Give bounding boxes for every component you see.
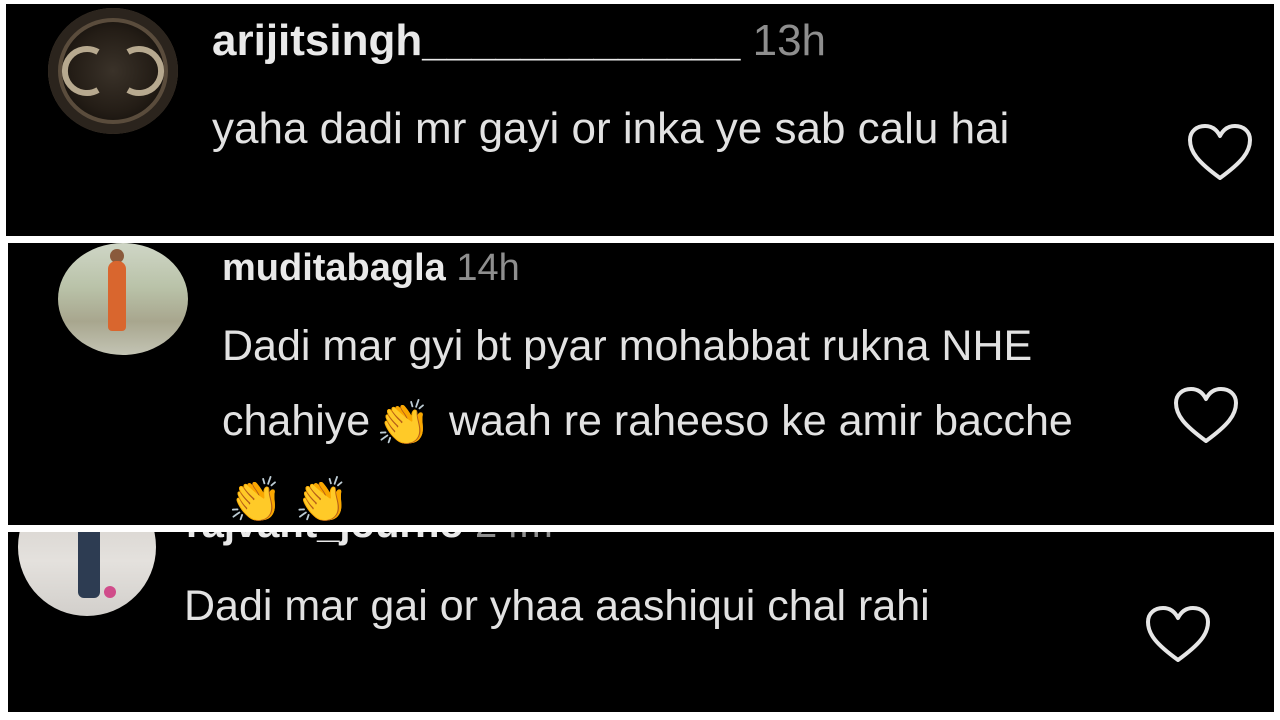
like-button[interactable] [1144,604,1212,671]
comment-time: 24m [475,532,553,546]
heart-outline-icon [1146,606,1210,662]
like-button[interactable] [1172,385,1240,452]
comment-text: yaha dadi mr gayi or inka ye sab calu ha… [212,104,1010,153]
username-text[interactable]: arijitsingh_____________ [212,16,740,65]
comment-text: Dadi mar gyi bt pyar mohabbat rukna NHE … [222,309,1122,525]
like-button[interactable] [1186,122,1254,189]
username-text[interactable]: rajvant_journo [186,532,464,546]
avatar[interactable] [48,8,178,134]
avatar[interactable] [58,243,188,355]
comment-item: rajvant_journo 24m Dadi mar gai or yhaa … [8,532,1274,712]
avatar-detail [104,586,116,598]
avatar-figure [108,261,126,331]
comment-text: Dadi mar gai or yhaa aashiqui chal rahi [184,582,930,630]
username[interactable]: muditabagla 14h [222,247,520,290]
heart-outline-icon [1188,124,1252,180]
comment-time: 14h [456,247,520,289]
comment-item: arijitsingh_____________ 13h yaha dadi m… [6,4,1274,236]
heart-outline-icon [1174,387,1238,443]
comment-text-part: waah re raheeso ke amir bacche [448,397,1073,445]
comment-item: muditabagla 14h Dadi mar gyi bt pyar moh… [8,243,1274,525]
comment-time: 13h [752,16,827,65]
avatar-figure [78,532,100,598]
clapping-hands-emoji: 👏 [294,475,350,525]
avatar[interactable] [18,532,156,616]
username-text[interactable]: muditabagla [222,247,446,289]
clapping-hands-emoji: 👏 [376,398,432,450]
clapping-hands-emoji: 👏 [228,475,283,525]
username[interactable]: arijitsingh_____________ 13h [212,16,826,66]
username[interactable]: rajvant_journo 24m [186,532,553,547]
logo-icon [61,46,165,96]
